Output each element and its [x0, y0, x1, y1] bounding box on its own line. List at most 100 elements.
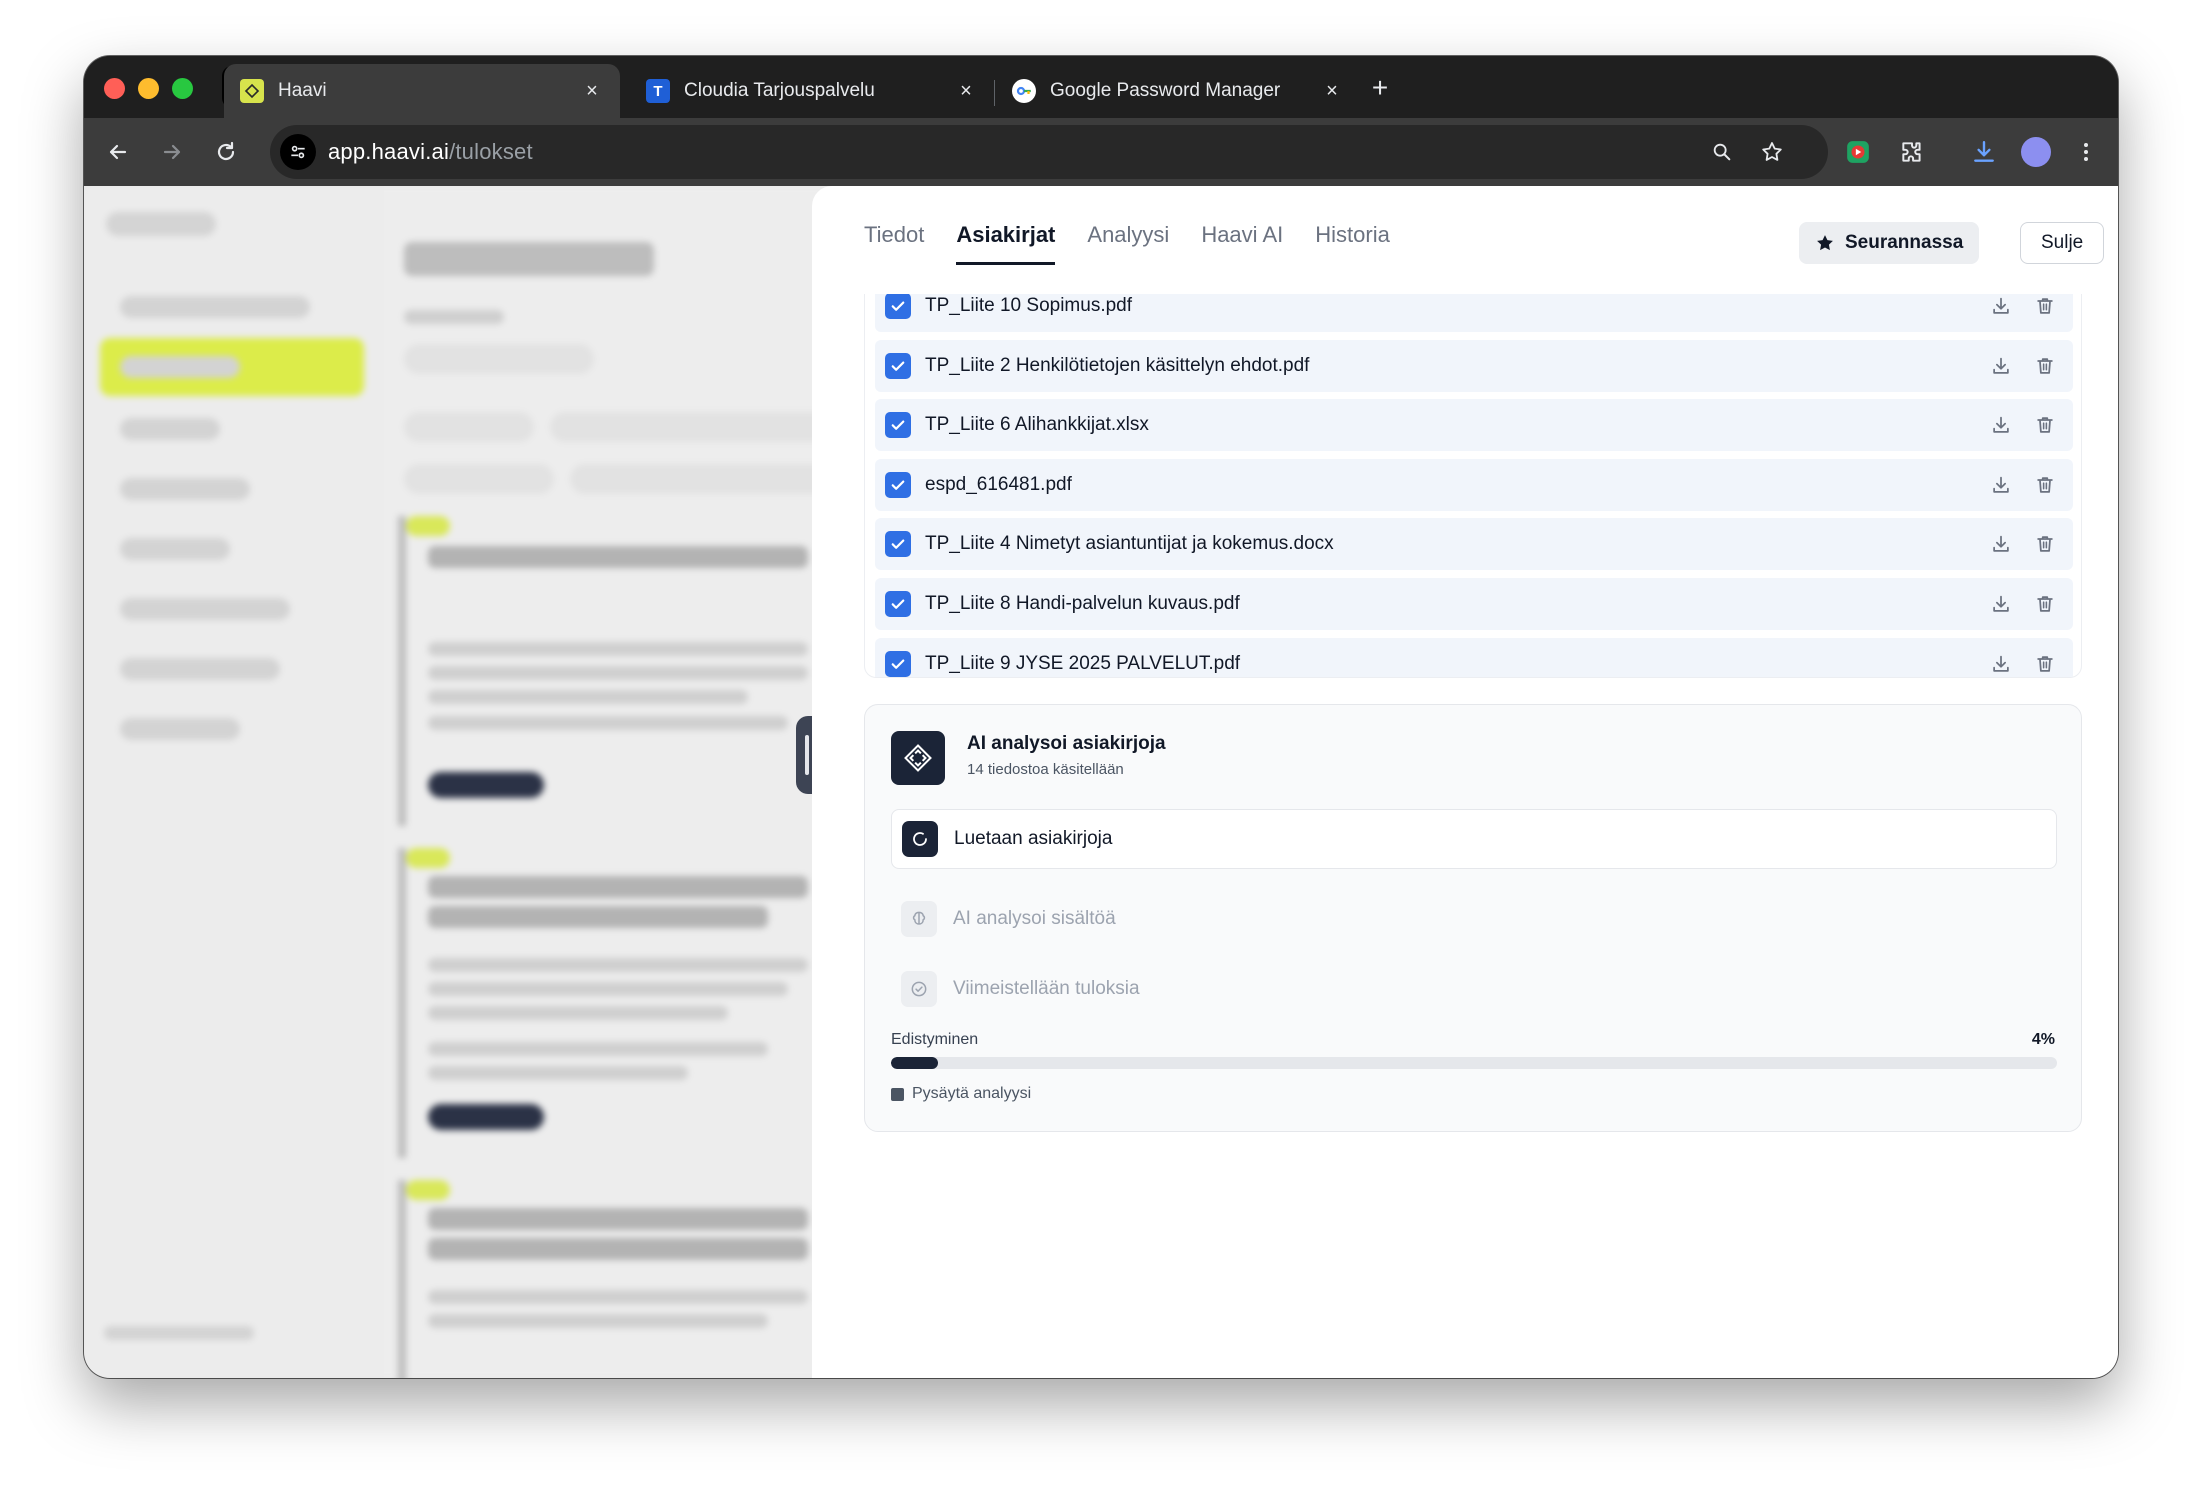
- document-row: TP_Liite 6 Alihankkijat.xlsx: [875, 399, 2073, 452]
- extensions-menu-button[interactable]: [1892, 132, 1932, 172]
- detail-panel: Tiedot Asiakirjat Analyysi Haavi AI Hist…: [812, 186, 2118, 1378]
- haavi-favicon-icon: [240, 79, 264, 103]
- puzzle-icon: [1902, 142, 1921, 162]
- tab-google-password-manager[interactable]: Google Password Manager ×: [996, 64, 1360, 118]
- trash-icon[interactable]: [2031, 411, 2059, 439]
- document-checkbox[interactable]: [885, 294, 911, 319]
- blurred-result-card: [398, 1180, 818, 1378]
- zoom-button[interactable]: [1702, 132, 1742, 172]
- follow-button[interactable]: Seurannassa: [1799, 222, 1980, 264]
- close-panel-button[interactable]: Sulje: [2020, 222, 2105, 264]
- forward-button[interactable]: [152, 132, 192, 172]
- downloads-button[interactable]: [1964, 132, 2004, 172]
- trash-icon[interactable]: [2031, 294, 2059, 320]
- document-checkbox[interactable]: [885, 352, 911, 379]
- document-row: TP_Liite 8 Handi-palvelun kuvaus.pdf: [875, 578, 2073, 630]
- download-icon[interactable]: [1987, 294, 2015, 320]
- blurred-line: [428, 1314, 768, 1328]
- tab-tiedot[interactable]: Tiedot: [864, 222, 924, 265]
- document-row: TP_Liite 4 Nimetyt asiantuntijat ja koke…: [875, 518, 2073, 571]
- step-reading-documents: Luetaan asiakirjoja: [891, 809, 2057, 869]
- panel-tabs: Tiedot Asiakirjat Analyysi Haavi AI Hist…: [864, 222, 1390, 265]
- blurred-line: [428, 958, 808, 972]
- trash-icon[interactable]: [2031, 650, 2059, 677]
- tab-historia[interactable]: Historia: [1315, 222, 1390, 265]
- page-content: Tiedot Asiakirjat Analyysi Haavi AI Hist…: [84, 186, 2118, 1378]
- document-checkbox[interactable]: [885, 531, 911, 558]
- url-text: app.haavi.ai/tulokset: [328, 139, 533, 165]
- trash-icon[interactable]: [2031, 590, 2059, 618]
- close-tab-icon[interactable]: ×: [580, 79, 604, 103]
- zoom-icon: [1713, 143, 1731, 161]
- blurred-result-card: [398, 516, 818, 826]
- minimize-window-button[interactable]: [138, 78, 159, 99]
- blurred-line: [428, 1006, 728, 1020]
- tab-separator: [994, 80, 995, 106]
- arrow-left-icon: [109, 144, 127, 160]
- step-analyzing-content: AI analysoi sisältöä: [891, 897, 1116, 941]
- download-icon[interactable]: [1987, 471, 2015, 499]
- document-checkbox[interactable]: [885, 471, 911, 498]
- progress-bar-fill: [891, 1057, 938, 1069]
- blurred-page-title: [404, 242, 654, 276]
- trash-icon[interactable]: [2031, 352, 2059, 380]
- star-filled-icon: [1817, 235, 1833, 251]
- blurred-logo: [106, 212, 216, 236]
- avatar: [2021, 137, 2051, 167]
- document-checkbox[interactable]: [885, 412, 911, 439]
- pause-analysis-button[interactable]: Pysäytä analyysi: [891, 1085, 1031, 1103]
- tab-haavi-ai[interactable]: Haavi AI: [1201, 222, 1283, 265]
- url-path: /tulokset: [449, 139, 533, 164]
- ai-analysis-subtitle: 14 tiedostoa käsitellään: [967, 761, 1124, 778]
- close-tab-icon[interactable]: ×: [954, 79, 978, 103]
- step-label: Viimeistellään tuloksia: [953, 978, 1140, 999]
- download-icon[interactable]: [1987, 650, 2015, 677]
- progress-bar: [891, 1057, 2057, 1069]
- blurred-line: [428, 1290, 808, 1304]
- progress-label: Edistyminen: [891, 1031, 979, 1048]
- back-button[interactable]: [98, 132, 138, 172]
- tab-haavi[interactable]: Haavi ×: [224, 64, 620, 118]
- blurred-line: [428, 982, 788, 996]
- tab-analyysi[interactable]: Analyysi: [1087, 222, 1169, 265]
- document-row: TP_Liite 2 Henkilötietojen käsittelyn eh…: [875, 339, 2073, 392]
- google-favicon-icon: [1012, 79, 1036, 103]
- blurred-line: [428, 666, 808, 680]
- arrow-right-icon: [163, 144, 181, 160]
- document-list: TP_Liite 10 Sopimus.pdf TP_Liite 2 Henkil…: [864, 294, 2082, 678]
- profile-button[interactable]: [2016, 132, 2056, 172]
- document-name: TP_Liite 4 Nimetyt asiantuntijat ja koke…: [925, 533, 1334, 555]
- download-icon[interactable]: [1987, 411, 2015, 439]
- ai-analysis-card: AI analysoi asiakirjoja 14 tiedostoa käs…: [864, 704, 2082, 1132]
- download-icon[interactable]: [1987, 530, 2015, 558]
- trash-icon[interactable]: [2031, 530, 2059, 558]
- blurred-line: [428, 1208, 808, 1230]
- site-info-button[interactable]: [280, 134, 316, 170]
- new-tab-button[interactable]: +: [1364, 72, 1396, 104]
- tune-icon: [291, 145, 305, 159]
- stop-icon: [891, 1087, 904, 1101]
- trash-icon[interactable]: [2031, 471, 2059, 499]
- blurred-tag: [406, 1180, 450, 1200]
- browser-menu-button[interactable]: [2066, 132, 2106, 172]
- maximize-window-button[interactable]: [172, 78, 193, 99]
- document-checkbox[interactable]: [885, 591, 911, 617]
- close-tab-icon[interactable]: ×: [1320, 79, 1344, 103]
- blurred-filter: [550, 412, 830, 442]
- bookmark-button[interactable]: [1752, 132, 1792, 172]
- blurred-tag: [406, 516, 450, 536]
- document-checkbox[interactable]: [885, 650, 911, 677]
- pause-label: Pysäytä analyysi: [912, 1085, 1032, 1102]
- download-icon[interactable]: [1987, 352, 2015, 380]
- reload-button[interactable]: [206, 132, 246, 172]
- blurred-nav-item: [120, 718, 240, 740]
- download-icon[interactable]: [1987, 590, 2015, 618]
- extension-button[interactable]: [1838, 132, 1878, 172]
- address-bar[interactable]: app.haavi.ai/tulokset: [270, 125, 1828, 179]
- tab-asiakirjat[interactable]: Asiakirjat: [956, 222, 1056, 265]
- blurred-line: [404, 310, 504, 324]
- blurred-sidebar: [84, 186, 384, 1378]
- close-window-button[interactable]: [104, 78, 125, 99]
- blurred-pill: [428, 772, 544, 798]
- tab-cloudia[interactable]: T Cloudia Tarjouspalvelu ×: [630, 64, 994, 118]
